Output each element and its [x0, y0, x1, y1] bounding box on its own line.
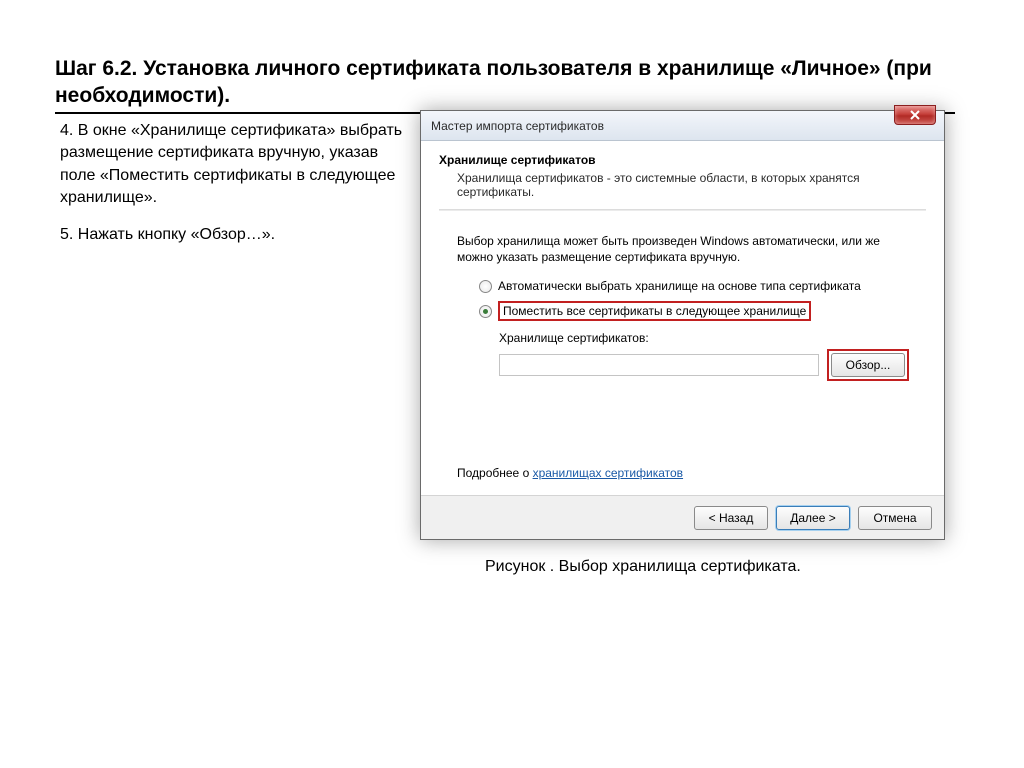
page-title: Шаг 6.2. Установка личного сертификата п…	[55, 55, 955, 114]
store-selection-group: Автоматически выбрать хранилище на основ…	[479, 279, 926, 321]
store-block: Хранилище сертификатов: Обзор...	[499, 331, 909, 381]
radio-manual-row[interactable]: Поместить все сертификаты в следующее хр…	[479, 301, 926, 321]
more-info-prefix: Подробнее о	[457, 466, 533, 480]
radio-auto-label: Автоматически выбрать хранилище на основ…	[498, 279, 861, 293]
next-button[interactable]: Далее >	[776, 506, 850, 530]
close-button[interactable]	[894, 105, 936, 125]
instruction-step-5: 5. Нажать кнопку «Обзор…».	[60, 224, 405, 246]
instruction-text: 4. В окне «Хранилище сертификата» выбрат…	[60, 120, 405, 260]
dialog-footer: < Назад Далее > Отмена	[421, 495, 944, 539]
radio-manual-label: Поместить все сертификаты в следующее хр…	[498, 301, 811, 321]
body-text: Выбор хранилища может быть произведен Wi…	[457, 233, 917, 265]
section-heading: Хранилище сертификатов	[439, 153, 926, 167]
figure-caption: Рисунок . Выбор хранилища сертификата.	[485, 558, 801, 576]
instruction-step-4: 4. В окне «Хранилище сертификата» выбрат…	[60, 120, 405, 210]
radio-auto-row[interactable]: Автоматически выбрать хранилище на основ…	[479, 279, 926, 293]
radio-manual[interactable]	[479, 305, 492, 318]
back-button[interactable]: < Назад	[694, 506, 768, 530]
more-info-link[interactable]: хранилищах сертификатов	[533, 466, 683, 480]
store-label: Хранилище сертификатов:	[499, 331, 909, 345]
close-icon	[910, 110, 920, 120]
divider	[439, 209, 926, 211]
store-input[interactable]	[499, 354, 819, 376]
dialog-titlebar: Мастер импорта сертификатов	[421, 111, 944, 141]
cert-import-wizard-dialog: Мастер импорта сертификатов Хранилище се…	[420, 110, 945, 540]
more-info: Подробнее о хранилищах сертификатов	[457, 466, 926, 480]
section-subtext: Хранилища сертификатов - это системные о…	[457, 171, 926, 199]
browse-button[interactable]: Обзор...	[831, 353, 905, 377]
browse-highlight: Обзор...	[827, 349, 909, 381]
cancel-button[interactable]: Отмена	[858, 506, 932, 530]
radio-auto[interactable]	[479, 280, 492, 293]
dialog-body: Хранилище сертификатов Хранилища сертифи…	[421, 141, 944, 480]
dialog-title: Мастер импорта сертификатов	[431, 119, 604, 133]
